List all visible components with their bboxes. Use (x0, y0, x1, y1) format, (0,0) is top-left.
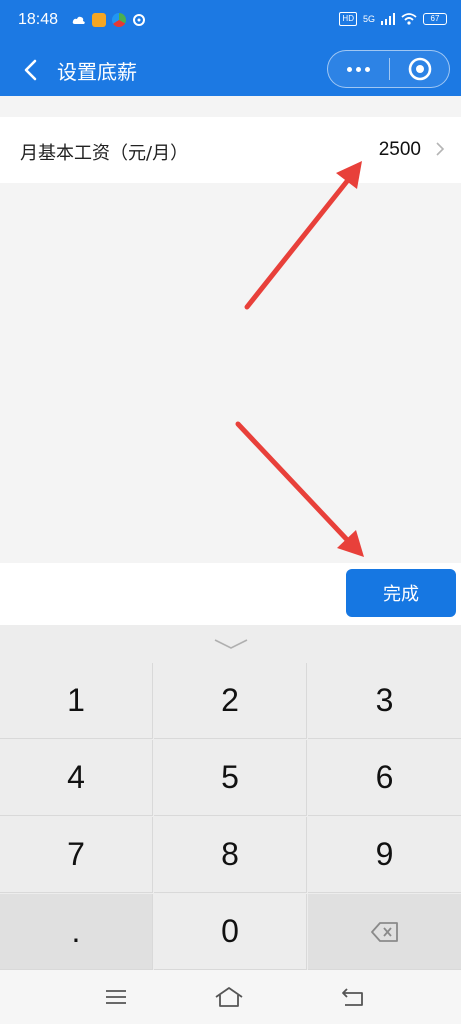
arrow-to-done-button (235, 421, 364, 557)
menu-icon (106, 990, 126, 1004)
more-button[interactable] (328, 51, 389, 87)
status-app-icons (72, 13, 146, 27)
status-indicators: HD 5G 67 (339, 12, 447, 26)
back-button[interactable] (14, 54, 46, 86)
key-1[interactable]: 1 (0, 663, 153, 739)
target-circle-icon (408, 57, 431, 81)
app-icon (112, 13, 126, 27)
return-icon (342, 988, 363, 1006)
miniprogram-capsule (327, 50, 450, 88)
chevron-down-icon (214, 639, 247, 649)
key-dot[interactable]: . (0, 894, 153, 970)
salary-value[interactable]: 2500 (379, 139, 421, 161)
key-6[interactable]: 6 (308, 740, 461, 816)
key-2[interactable]: 2 (154, 663, 307, 739)
home-icon (215, 987, 243, 1007)
nav-header: 设置底薪 (0, 44, 461, 96)
key-5[interactable]: 5 (154, 740, 307, 816)
weibo-icon (92, 13, 106, 27)
key-9[interactable]: 9 (308, 817, 461, 893)
hd-badge: HD (339, 12, 357, 26)
signal-icon (381, 13, 395, 25)
backspace-icon (370, 921, 398, 942)
key-7[interactable]: 7 (0, 817, 153, 893)
battery-indicator: 67 (423, 13, 447, 25)
status-time: 18:48 (18, 11, 59, 28)
chevron-left-icon (24, 59, 37, 81)
system-nav-bar (0, 970, 461, 1024)
home-button[interactable] (214, 984, 244, 1010)
key-0[interactable]: 0 (154, 894, 307, 970)
wifi-icon (401, 13, 417, 25)
cloud-icon (72, 16, 85, 24)
key-4[interactable]: 4 (0, 740, 153, 816)
done-button[interactable]: 完成 (346, 569, 456, 617)
chevron-right-icon (436, 142, 445, 156)
page-title: 设置底薪 (57, 60, 137, 84)
salary-row[interactable]: 月基本工资（元/月） 2500 (0, 117, 461, 183)
more-dot (365, 66, 370, 72)
key-8[interactable]: 8 (154, 817, 307, 893)
status-bar: 18:48 HD 5G 67 (0, 0, 461, 44)
keyboard-collapse-button[interactable] (0, 625, 461, 663)
numeric-keyboard: 1 2 3 4 5 6 7 8 9 . 0 (0, 625, 461, 970)
network-label: 5G (362, 14, 375, 24)
more-dots-icon (347, 66, 352, 72)
salary-label: 月基本工资（元/月） (20, 143, 189, 164)
back-system-button[interactable] (338, 984, 368, 1010)
menu-button[interactable] (101, 984, 131, 1010)
more-dot (356, 66, 361, 72)
key-3[interactable]: 3 (308, 663, 461, 739)
close-miniprogram-button[interactable] (390, 51, 449, 87)
keyboard-toolbar: 完成 (0, 563, 461, 625)
sync-icon (133, 14, 145, 26)
backspace-key[interactable] (308, 894, 461, 970)
